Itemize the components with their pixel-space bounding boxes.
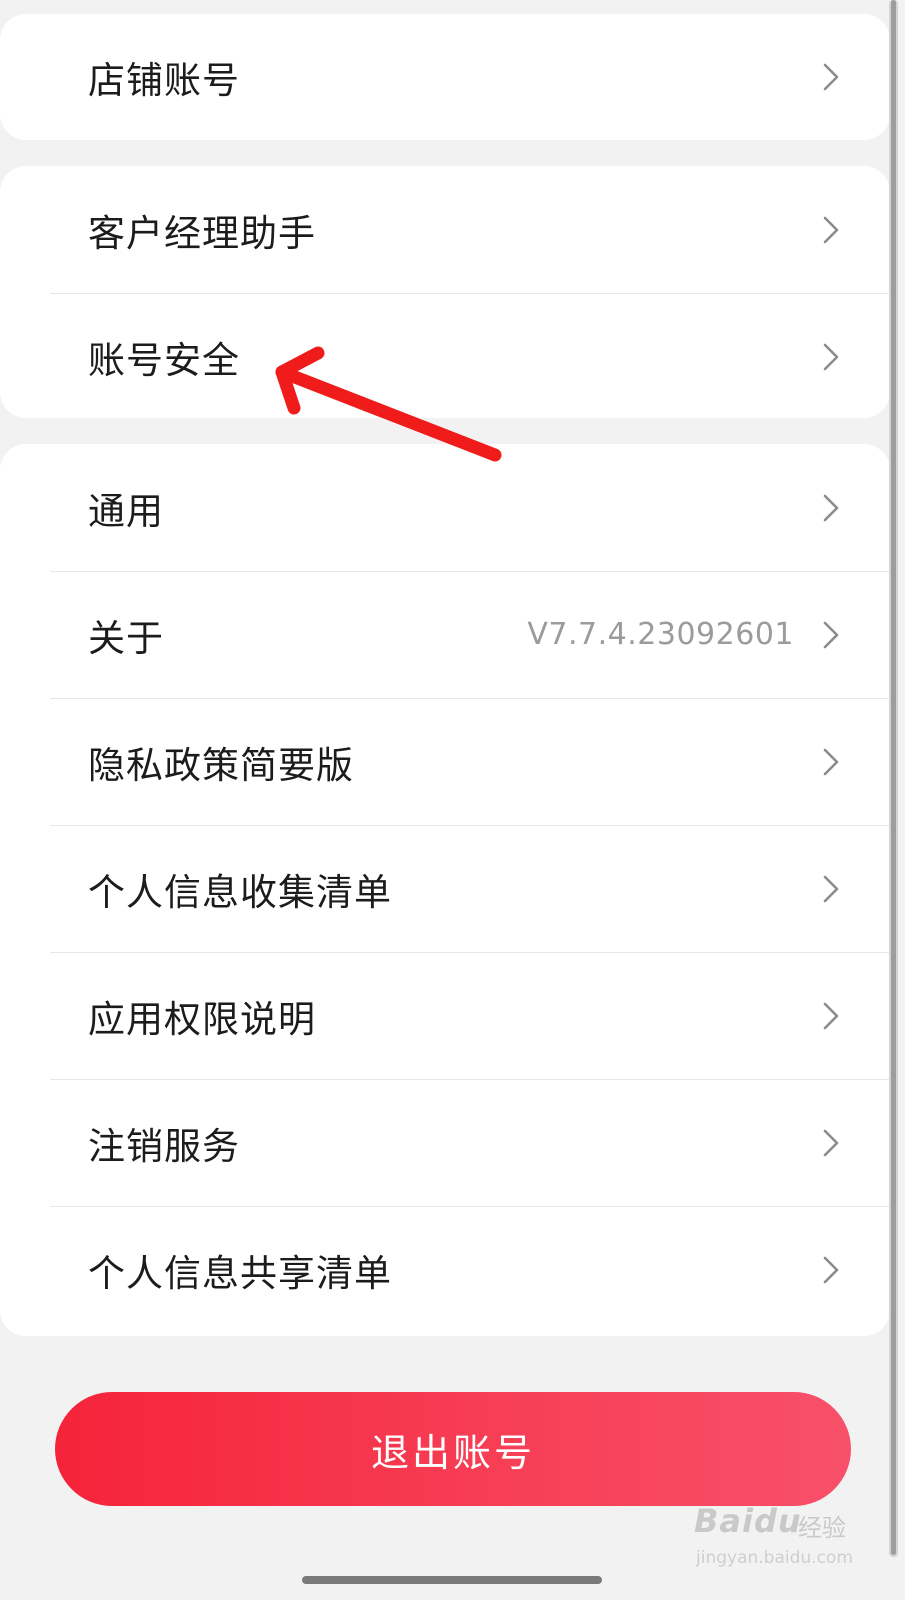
menu-item-account-security[interactable]: 账号安全 (0, 293, 890, 418)
app-version: V7.7.4.23092601 (527, 617, 794, 652)
chevron-right-icon (818, 491, 844, 525)
settings-card-account: 店铺账号 (0, 14, 890, 140)
chevron-right-icon (818, 1126, 844, 1160)
menu-item-about[interactable]: 关于 V7.7.4.23092601 (0, 571, 890, 698)
menu-item-label: 个人信息共享清单 (88, 1251, 392, 1295)
settings-page: 店铺账号 客户经理助手 账号安全 通用 关于 V7.7.4.23092601 隐… (0, 0, 905, 1600)
menu-item-app-permissions[interactable]: 应用权限说明 (0, 952, 890, 1079)
chevron-right-icon (818, 745, 844, 779)
menu-item-label: 账号安全 (88, 338, 240, 382)
menu-item-cancel-service[interactable]: 注销服务 (0, 1079, 890, 1206)
menu-item-personal-info-sharing[interactable]: 个人信息共享清单 (0, 1206, 890, 1333)
menu-item-privacy-summary[interactable]: 隐私政策简要版 (0, 698, 890, 825)
chevron-right-icon (818, 340, 844, 374)
settings-card-assistant: 客户经理助手 账号安全 (0, 166, 890, 418)
menu-item-store-account[interactable]: 店铺账号 (0, 14, 890, 140)
watermark-url: jingyan.baidu.com (696, 1548, 853, 1568)
menu-item-general[interactable]: 通用 (0, 444, 890, 571)
chevron-right-icon (818, 618, 844, 652)
menu-item-label: 关于 (88, 616, 164, 660)
menu-item-label: 客户经理助手 (88, 211, 316, 255)
menu-item-label: 通用 (88, 489, 164, 533)
menu-item-label: 店铺账号 (88, 59, 240, 102)
home-indicator[interactable] (302, 1576, 602, 1584)
chevron-right-icon (818, 213, 844, 247)
watermark-brand: Baidu (694, 1502, 802, 1540)
logout-button[interactable]: 退出账号 (55, 1392, 851, 1506)
chevron-right-icon (818, 872, 844, 906)
chevron-right-icon (818, 60, 844, 94)
menu-item-personal-info-collection[interactable]: 个人信息收集清单 (0, 825, 890, 952)
chevron-right-icon (818, 999, 844, 1033)
baidu-jingyan-watermark: Baidu 经验 jingyan.baidu.com (690, 1502, 890, 1578)
logout-button-label: 退出账号 (370, 1430, 535, 1475)
watermark-sub: 经验 (798, 1514, 846, 1542)
menu-item-label: 个人信息收集清单 (88, 870, 392, 914)
menu-item-account-manager-assistant[interactable]: 客户经理助手 (0, 166, 890, 293)
settings-card-general: 通用 关于 V7.7.4.23092601 隐私政策简要版 个人信息收集清单 应… (0, 444, 890, 1336)
menu-item-label: 注销服务 (88, 1124, 240, 1168)
menu-item-label: 隐私政策简要版 (88, 743, 354, 787)
menu-item-label: 应用权限说明 (88, 997, 316, 1041)
chevron-right-icon (818, 1253, 844, 1287)
scrollbar-thumb[interactable] (891, 0, 896, 1555)
